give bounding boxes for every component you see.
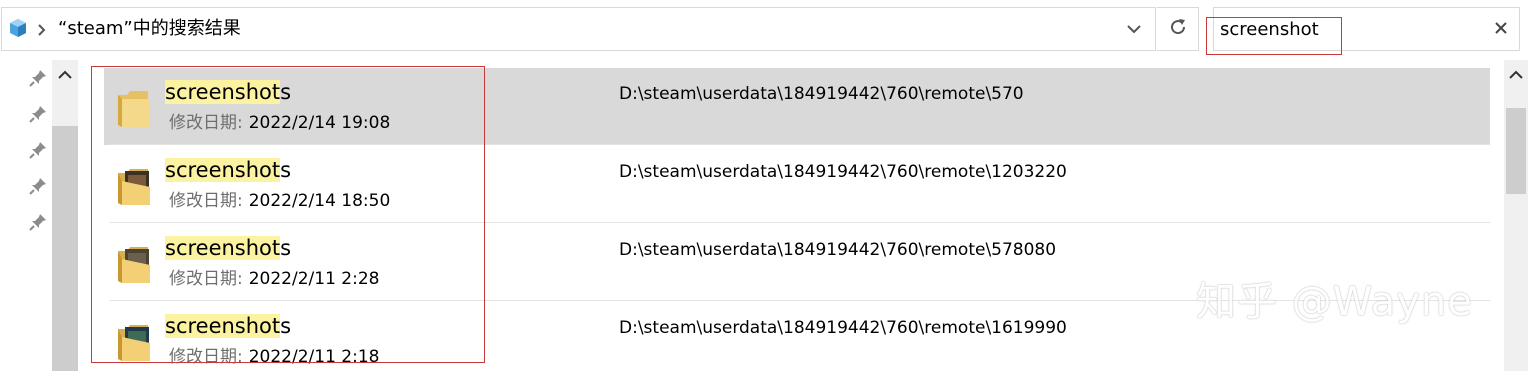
watermark: 知乎 @Wayne [1196, 279, 1473, 325]
chevron-right-icon[interactable] [36, 22, 48, 41]
scroll-up-icon[interactable] [57, 66, 73, 85]
folder-icon [114, 81, 154, 131]
folder-path: D:\steam\userdata\184919442\760\remote\1… [619, 318, 1067, 338]
list-item[interactable]: screenshots 修改日期: 2022/2/14 18:50 D:\stea… [104, 146, 1490, 223]
top-bar: “steam”中的搜索结果 [0, 0, 1528, 60]
nav-scroll-thumb[interactable] [52, 126, 78, 371]
file-name[interactable]: screenshots [165, 310, 291, 342]
modified-date: 修改日期: 2022/2/14 18:50 [169, 191, 391, 211]
pin-icon[interactable] [28, 212, 48, 232]
folder-thumbnail-icon [114, 315, 154, 365]
row-divider [110, 144, 1490, 145]
row-divider [110, 222, 1490, 223]
refresh-button[interactable] [1157, 7, 1199, 51]
close-icon[interactable] [1493, 20, 1509, 40]
pin-icon[interactable] [28, 104, 48, 124]
folder-thumbnail-icon [114, 237, 154, 287]
nav-scrollbar[interactable] [52, 60, 78, 371]
address-bar[interactable]: “steam”中的搜索结果 [1, 7, 1156, 51]
steam-library-icon [9, 18, 27, 42]
chevron-down-icon[interactable] [1112, 8, 1156, 50]
results-scrollbar[interactable] [1504, 60, 1528, 371]
modified-date: 修改日期: 2022/2/11 2:28 [169, 269, 380, 289]
navigation-pane [0, 60, 79, 371]
breadcrumb[interactable]: “steam”中的搜索结果 [58, 17, 241, 41]
search-input[interactable] [1220, 19, 1528, 40]
pin-icon[interactable] [28, 140, 48, 160]
folder-path: D:\steam\userdata\184919442\760\remote\1… [619, 162, 1067, 182]
quick-access-pins [28, 68, 48, 248]
folder-path: D:\steam\userdata\184919442\760\remote\5… [619, 240, 1057, 260]
scroll-up-icon[interactable] [1508, 66, 1524, 85]
folder-thumbnail-icon [114, 159, 154, 209]
refresh-icon [1168, 17, 1188, 41]
file-name[interactable]: screenshots [165, 154, 291, 186]
pin-icon[interactable] [28, 68, 48, 88]
file-name[interactable]: screenshots [165, 232, 291, 264]
pin-icon[interactable] [28, 176, 48, 196]
results-scroll-thumb[interactable] [1506, 108, 1526, 194]
modified-date: 修改日期: 2022/2/14 19:08 [169, 113, 391, 133]
list-item[interactable]: screenshots 修改日期: 2022/2/14 19:08 D:\stea… [104, 68, 1490, 145]
folder-path: D:\steam\userdata\184919442\760\remote\5… [619, 84, 1024, 104]
file-name[interactable]: screenshots [165, 76, 291, 108]
modified-date: 修改日期: 2022/2/11 2:18 [169, 347, 380, 367]
search-box[interactable] [1213, 7, 1528, 51]
